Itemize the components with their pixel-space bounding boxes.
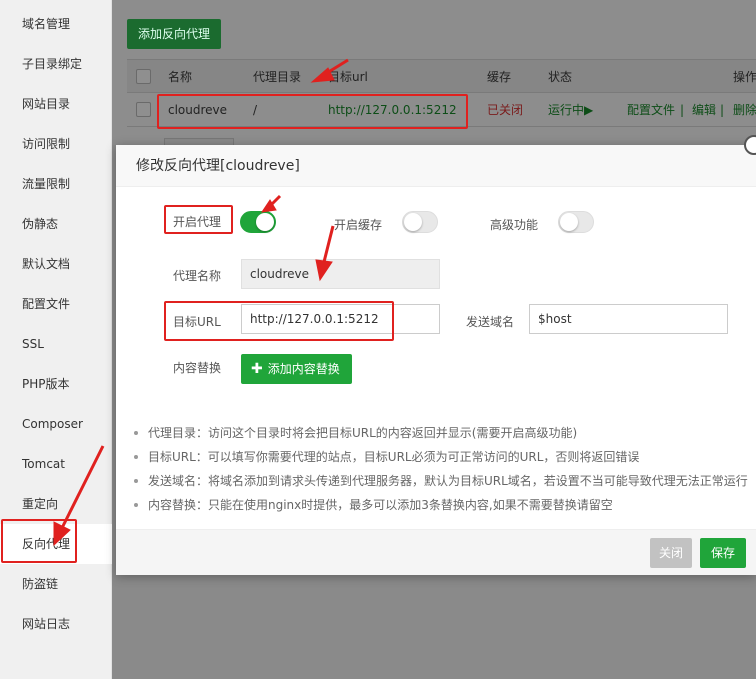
annotation-arrows (53, 58, 349, 547)
arrow-to-name (322, 225, 335, 263)
arrow-to-sidebar (60, 445, 105, 529)
